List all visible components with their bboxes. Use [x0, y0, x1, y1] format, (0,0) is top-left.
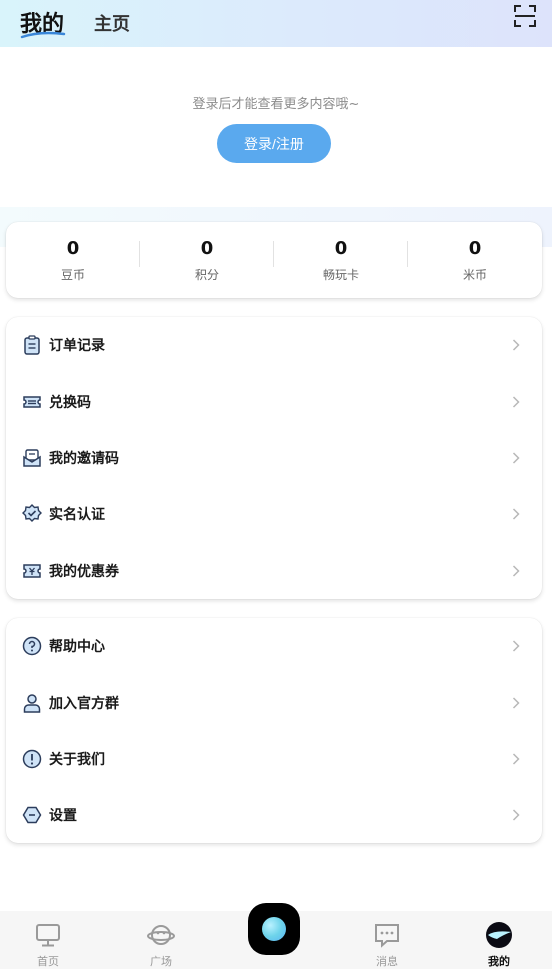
menu-label: 兑换码 — [49, 394, 91, 411]
login-register-button[interactable]: 登录/注册 — [217, 124, 331, 163]
menu-label: 我的邀请码 — [49, 450, 119, 467]
coupon-icon — [23, 564, 41, 578]
menu-item-orders[interactable]: 订单记录 — [6, 317, 542, 373]
stat-points[interactable]: 0 积分 — [140, 237, 274, 283]
menu-card-support: 帮助中心 加入官方群 关于我们 设置 — [6, 618, 542, 843]
menu-item-settings[interactable]: 设置 — [6, 787, 542, 843]
chevron-right-icon — [512, 339, 520, 351]
menu-item-coupons[interactable]: 我的优惠券 — [6, 543, 542, 599]
login-hint: 登录后才能查看更多内容哦~ — [192, 97, 360, 112]
profile-page: 我的 主页 登录后才能查看更多内容哦~ 登录/注册 0 豆币 0 积分 0 畅玩… — [0, 0, 552, 969]
scan-icon[interactable] — [514, 5, 536, 27]
stat-beans[interactable]: 0 豆币 — [6, 237, 140, 283]
nav-home[interactable]: 首页 — [18, 911, 78, 969]
nav-label: 首页 — [37, 955, 59, 968]
stat-value: 0 — [334, 238, 348, 259]
stat-label: 米币 — [462, 268, 487, 282]
chevron-right-icon — [512, 565, 520, 577]
create-button[interactable] — [248, 903, 300, 955]
monitor-icon — [36, 924, 60, 947]
menu-label: 订单记录 — [49, 338, 105, 355]
stat-mi-coin[interactable]: 0 米币 — [408, 237, 542, 283]
login-section: 登录后才能查看更多内容哦~ 登录/注册 — [0, 47, 552, 207]
stat-play-card[interactable]: 0 畅玩卡 — [274, 237, 408, 283]
stat-value: 0 — [66, 238, 80, 259]
top-header: 我的 主页 — [0, 0, 552, 47]
stat-value: 0 — [200, 238, 214, 259]
menu-label: 实名认证 — [49, 507, 105, 524]
menu-item-real-name-verify[interactable]: 实名认证 — [6, 486, 542, 542]
message-icon — [375, 924, 399, 948]
invite-icon — [23, 449, 41, 467]
stat-value: 0 — [468, 238, 482, 259]
menu-card-account: 订单记录 兑换码 我的邀请码 实名认证 我的优惠券 — [6, 317, 542, 599]
stats-card: 0 豆币 0 积分 0 畅玩卡 0 米币 — [6, 222, 542, 298]
stat-label: 豆币 — [60, 268, 85, 282]
menu-item-about-us[interactable]: 关于我们 — [6, 731, 542, 787]
tab-home[interactable]: 主页 — [94, 10, 130, 36]
active-tab-underline-icon — [20, 31, 66, 39]
menu-label: 加入官方群 — [49, 695, 119, 712]
chevron-right-icon — [512, 452, 520, 464]
menu-item-help-center[interactable]: 帮助中心 — [6, 618, 542, 674]
menu-label: 设置 — [49, 808, 77, 825]
chevron-right-icon — [512, 809, 520, 821]
menu-label: 帮助中心 — [49, 639, 105, 656]
nav-label: 消息 — [376, 955, 398, 968]
group-user-icon — [23, 693, 41, 713]
profile-icon — [486, 922, 512, 948]
settings-icon — [22, 807, 42, 824]
planet-icon — [147, 925, 175, 945]
nav-label: 广场 — [150, 955, 172, 968]
chevron-right-icon — [512, 640, 520, 652]
menu-item-redeem-code[interactable]: 兑换码 — [6, 373, 542, 429]
chevron-right-icon — [512, 753, 520, 765]
ticket-icon — [23, 395, 41, 408]
order-list-icon — [24, 335, 40, 355]
stat-label: 积分 — [194, 268, 219, 282]
menu-item-join-group[interactable]: 加入官方群 — [6, 674, 542, 730]
chevron-right-icon — [512, 697, 520, 709]
verified-badge-icon — [22, 504, 42, 523]
create-orb-icon — [262, 917, 286, 941]
chevron-right-icon — [512, 508, 520, 520]
help-icon — [22, 636, 42, 656]
nav-square[interactable]: 广场 — [131, 911, 191, 969]
menu-item-invite-code[interactable]: 我的邀请码 — [6, 430, 542, 486]
menu-label: 关于我们 — [49, 751, 105, 768]
nav-mine[interactable]: 我的 — [469, 911, 529, 969]
stat-label: 畅玩卡 — [322, 268, 359, 282]
chevron-right-icon — [512, 396, 520, 408]
nav-label: 我的 — [488, 955, 510, 968]
menu-label: 我的优惠券 — [49, 563, 119, 580]
nav-messages[interactable]: 消息 — [357, 911, 417, 969]
info-icon — [22, 749, 42, 769]
